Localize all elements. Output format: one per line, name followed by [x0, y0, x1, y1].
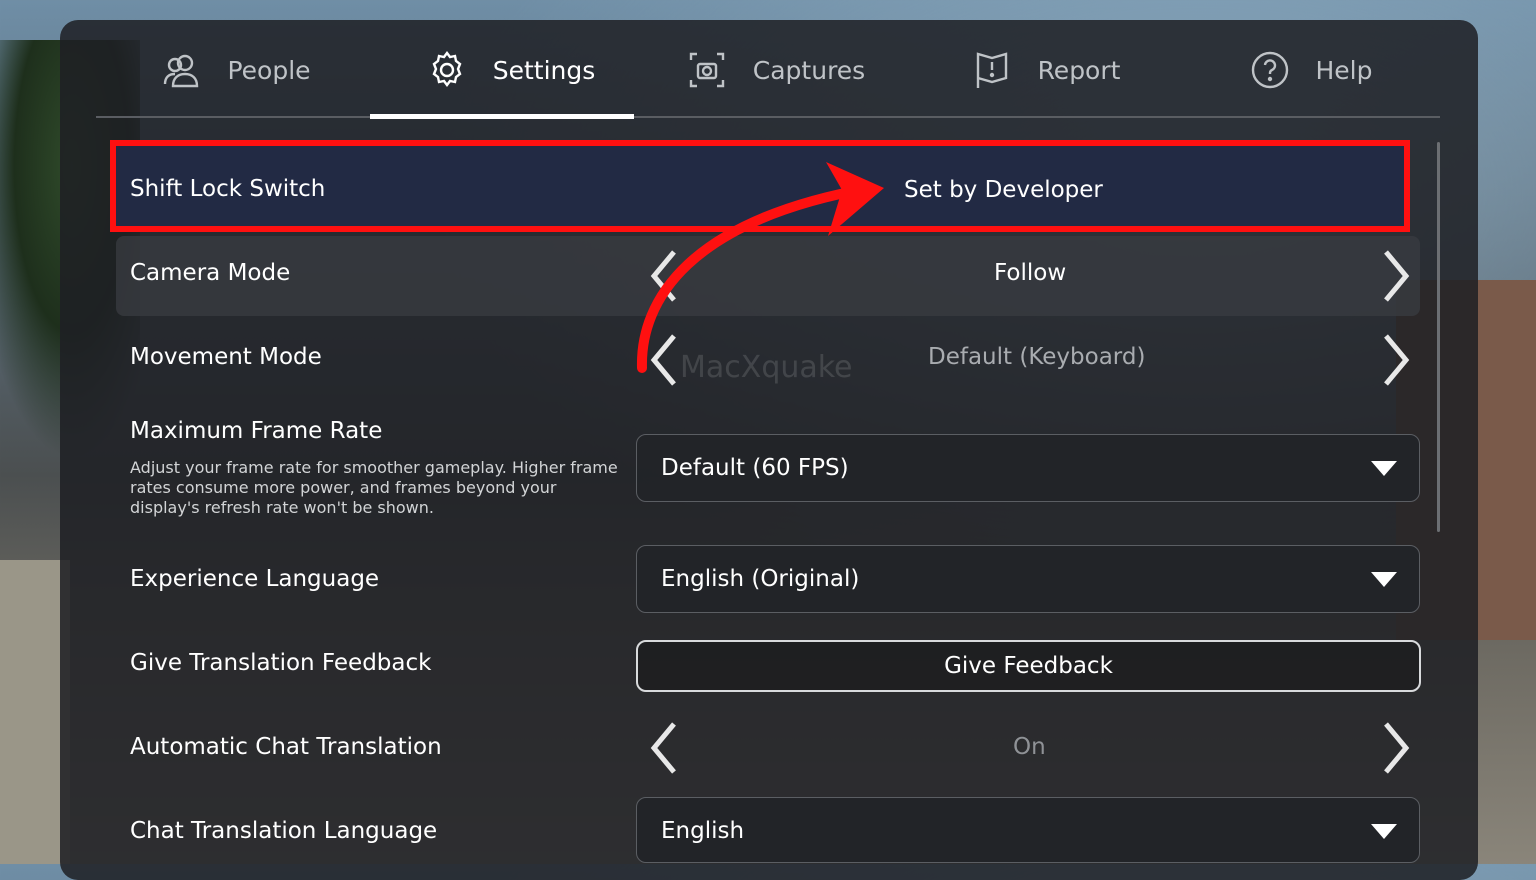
annotation-arrow — [636, 162, 884, 373]
